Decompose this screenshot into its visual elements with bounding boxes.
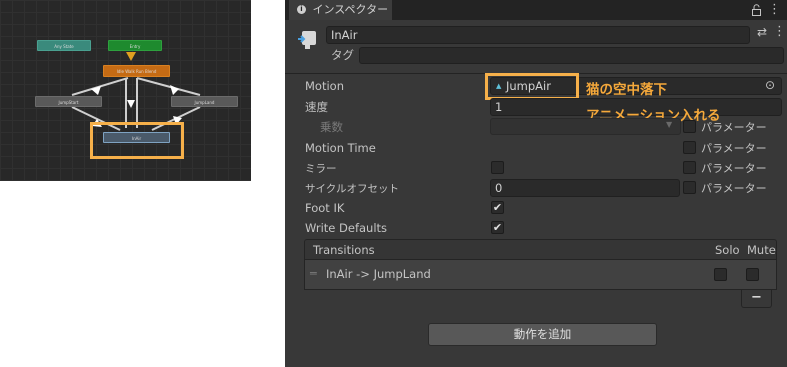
cycle-offset-parameter-label: パラメーター xyxy=(701,182,767,195)
settings-sliders-icon[interactable]: ⇄ xyxy=(757,25,767,39)
state-idle-walk-run-blend[interactable]: Idle Walk Run Blend xyxy=(103,65,170,77)
tab-menu-icon[interactable]: ⋮ xyxy=(768,1,781,19)
annotation-line-1: 猫の空中落下 xyxy=(586,82,667,98)
inspector-tab-title: インスペクター xyxy=(312,3,389,16)
multiplier-dropdown[interactable] xyxy=(490,118,681,135)
add-behaviour-button[interactable]: 動作を追加 xyxy=(428,323,657,346)
mirror-checkbox[interactable] xyxy=(491,161,504,174)
cycle-offset-parameter-checkbox[interactable] xyxy=(683,181,696,194)
tag-field[interactable] xyxy=(359,47,784,64)
animator-state-icon xyxy=(298,31,316,49)
transitions-title: Transitions xyxy=(313,243,375,257)
info-icon: i xyxy=(297,4,306,14)
remove-transition-button[interactable]: − xyxy=(741,290,772,308)
motion-label: Motion xyxy=(305,79,344,93)
transition-solo-checkbox[interactable] xyxy=(714,268,727,281)
mirror-parameter-label: パラメーター xyxy=(701,162,767,175)
solo-column-label: Solo xyxy=(715,243,740,257)
state-any-state[interactable]: Any State xyxy=(37,40,91,51)
lock-icon[interactable] xyxy=(751,4,762,16)
inspector-tab[interactable]: i インスペクター xyxy=(289,0,392,20)
motion-time-label: Motion Time xyxy=(305,141,376,155)
mirror-parameter-checkbox[interactable] xyxy=(683,161,696,174)
foot-ik-label: Foot IK xyxy=(305,201,345,215)
transition-mute-checkbox[interactable] xyxy=(746,268,759,281)
drag-handle-icon[interactable]: ═ xyxy=(310,267,317,280)
entry-arrow xyxy=(126,52,136,61)
state-name-field[interactable]: InAir xyxy=(326,26,750,44)
arrow-head xyxy=(170,85,179,95)
tag-label: タグ xyxy=(331,48,354,62)
dropdown-arrow-icon: ▼ xyxy=(666,120,673,129)
transition-row[interactable]: ═ InAir -> JumpLand xyxy=(304,260,777,290)
arrow-head xyxy=(127,100,135,108)
object-picker-icon[interactable]: ⊙ xyxy=(765,78,775,92)
motion-time-parameter-label: パラメーター xyxy=(701,142,767,155)
write-defaults-checkbox[interactable]: ✔ xyxy=(491,221,504,234)
state-jump-land[interactable]: JumpLand xyxy=(171,96,238,107)
inspector-tab-bar: i インスペクター ⋮ xyxy=(285,0,787,20)
multiplier-parameter-label: パラメーター xyxy=(701,121,767,134)
transitions-header: Transitions Solo Mute xyxy=(304,239,777,260)
animator-graph-panel[interactable]: Any State Entry Idle Walk Run Blend Jump… xyxy=(0,0,251,181)
state-jump-start[interactable]: JumpStart xyxy=(35,96,102,107)
cycle-offset-field[interactable]: 0 xyxy=(490,179,680,197)
multiplier-label: 乗数 xyxy=(320,120,343,134)
cycle-offset-label: サイクルオフセット xyxy=(305,183,399,195)
foot-ik-checkbox[interactable]: ✔ xyxy=(491,201,504,214)
write-defaults-label: Write Defaults xyxy=(305,221,388,235)
speed-label: 速度 xyxy=(305,100,328,114)
transition-row-label: InAir -> JumpLand xyxy=(326,267,431,281)
header-menu-icon[interactable]: ⋮ xyxy=(773,24,786,39)
motion-highlight-frame xyxy=(485,73,579,100)
state-entry[interactable]: Entry xyxy=(108,40,162,51)
mirror-label: ミラー xyxy=(305,163,337,175)
motion-time-parameter-checkbox[interactable] xyxy=(683,141,696,154)
multiplier-parameter-checkbox[interactable] xyxy=(683,120,696,133)
in-air-highlight-frame xyxy=(90,122,184,159)
inspector-panel: i インスペクター ⋮ InAir ⇄ ⋮ タグ Motion ▲ JumpAi… xyxy=(285,0,787,367)
mute-column-label: Mute xyxy=(747,243,776,257)
